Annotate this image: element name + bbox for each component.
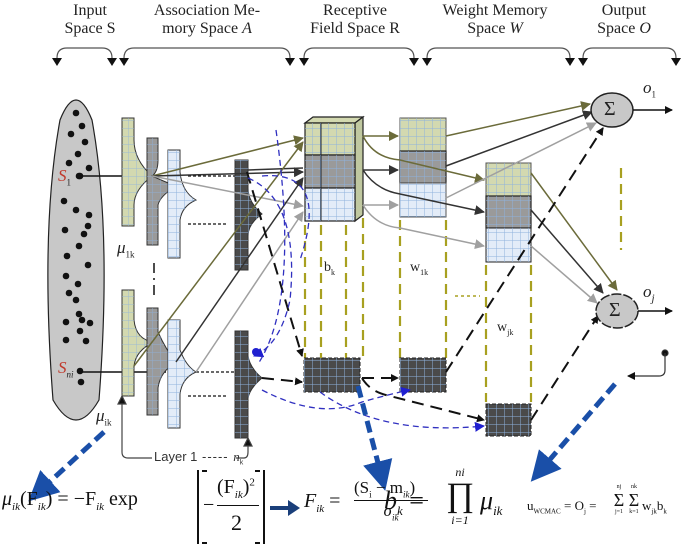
- arrowhead-icon: [422, 58, 432, 66]
- label-layer: Layer 1 ----- nk: [154, 449, 244, 467]
- label-o1-text: o: [643, 78, 652, 97]
- eq-mu-sub: ik: [12, 501, 20, 513]
- label-mu1k-text: μ: [117, 238, 126, 257]
- label-s1-sub: 1: [66, 177, 72, 188]
- eq-f: F: [304, 490, 317, 512]
- equation-bk-term: μik: [480, 486, 502, 519]
- arrowhead-icon: [107, 58, 117, 66]
- eq-sum2-bottom: k=1: [629, 509, 639, 515]
- eq-mu: μ: [2, 488, 13, 510]
- brace-output: [582, 47, 677, 59]
- label-sni-text: S: [58, 358, 67, 377]
- arrowhead-icon: [671, 58, 681, 66]
- eq-u-mid: = O: [560, 498, 584, 513]
- equation-bk-product: ni ∏ i=1: [440, 466, 480, 526]
- equation-u-sum1: nj Σ j=1: [613, 484, 625, 515]
- eq-arg: (F: [20, 488, 38, 510]
- label-wjk-sub: jk: [507, 327, 514, 337]
- label-sni-sub: ni: [66, 369, 74, 380]
- label-oj: oj: [643, 282, 655, 304]
- eq-rhs-sub: ik: [96, 501, 105, 513]
- eq-prod-bottom: i=1: [451, 513, 469, 527]
- eq-num-pow: 2: [249, 476, 255, 489]
- arrowhead-icon: [285, 58, 295, 66]
- equation-u-term: wjkbk: [642, 498, 667, 516]
- eq-bk-mu-sub: ik: [493, 503, 503, 519]
- label-layer-text: Layer 1: [154, 449, 198, 464]
- eq-num-sub: ik: [234, 489, 243, 501]
- brace-input: [56, 47, 113, 59]
- label-s1: S1: [58, 166, 71, 187]
- eq-rhs: ) = −F: [45, 488, 97, 510]
- active-blocks-bottom: [303, 357, 532, 437]
- label-muik-text: μ: [96, 406, 105, 425]
- label-o1: o1: [643, 78, 656, 99]
- eq-bk: b: [384, 486, 397, 515]
- eq-prod-icon: ∏: [446, 477, 474, 514]
- association-layer-top: [121, 117, 263, 300]
- label-w1k: w1k: [410, 260, 428, 277]
- association-layer-bottom: [121, 289, 263, 439]
- eq-bk-mu: μ: [480, 486, 494, 515]
- eq-exp: exp: [109, 488, 138, 510]
- brace-arrowheads: [52, 58, 681, 66]
- label-o1-sub: 1: [651, 89, 657, 100]
- eq-den: 2: [231, 510, 242, 535]
- equation-u: uWCMAC = Oj =: [527, 498, 597, 516]
- eq-u-sub: WCMAC: [533, 507, 561, 516]
- sum-node-oj: [595, 293, 673, 329]
- equation-bracket: − (Fik)2 2: [197, 470, 265, 544]
- label-oj-text: o: [643, 282, 652, 301]
- label-s1-text: S: [58, 166, 67, 185]
- eq-arg-sub: ik: [37, 501, 46, 513]
- arrowhead-icon: [409, 58, 419, 66]
- eq-num: (F: [217, 476, 235, 498]
- brace-association: [123, 47, 291, 59]
- label-nk-sub: k: [239, 459, 244, 467]
- label-w1k-sub: 1k: [420, 267, 429, 277]
- arrowhead-icon: [299, 58, 309, 66]
- label-sni: Sni: [58, 358, 74, 379]
- feedback-hook: [627, 349, 669, 380]
- label-mu1k-sub: 1k: [125, 249, 135, 260]
- sigma-oj-icon: Σ: [609, 299, 621, 321]
- label-bk: bk: [324, 260, 335, 277]
- label-muik: μik: [96, 406, 112, 427]
- label-w1k-text: w: [410, 260, 421, 275]
- label-bk-sub: k: [331, 267, 335, 277]
- eq-u-b-sub: k: [663, 507, 667, 516]
- label-mu1k: μ1k: [117, 238, 135, 259]
- equation-f: Fik =: [304, 490, 341, 515]
- eq-fnum: (S: [354, 478, 370, 497]
- wcmac-diagram: [28, 47, 681, 502]
- eq-sum1-bottom: j=1: [614, 509, 624, 515]
- equation-membership: μik(Fik) = −Fik exp: [2, 488, 138, 513]
- arrowhead-icon: [578, 58, 588, 66]
- arrowhead-icon: [565, 58, 575, 66]
- weight-block-wjk: [485, 162, 532, 263]
- label-muik-sub: ik: [104, 417, 112, 428]
- brace-receptive: [303, 47, 415, 59]
- equation-bk: bk =: [384, 486, 424, 519]
- receptive-field-cube: [303, 115, 365, 223]
- eq-f-sub: ik: [316, 503, 325, 515]
- label-oj-sub: j: [651, 292, 655, 305]
- blue-node-dot: [252, 348, 260, 356]
- sigma-o1-icon: Σ: [604, 98, 616, 120]
- label-wjk: wjk: [497, 320, 513, 337]
- equation-u-sum2: nk Σ k=1: [628, 484, 640, 515]
- eq-u-w: w: [642, 498, 652, 513]
- header-braces: [56, 47, 677, 59]
- label-wjk-text: w: [497, 320, 508, 335]
- label-bk-text: b: [324, 260, 331, 275]
- arrowhead-icon: [52, 58, 62, 66]
- arrowhead-icon: [119, 58, 129, 66]
- brace-weight: [426, 47, 571, 59]
